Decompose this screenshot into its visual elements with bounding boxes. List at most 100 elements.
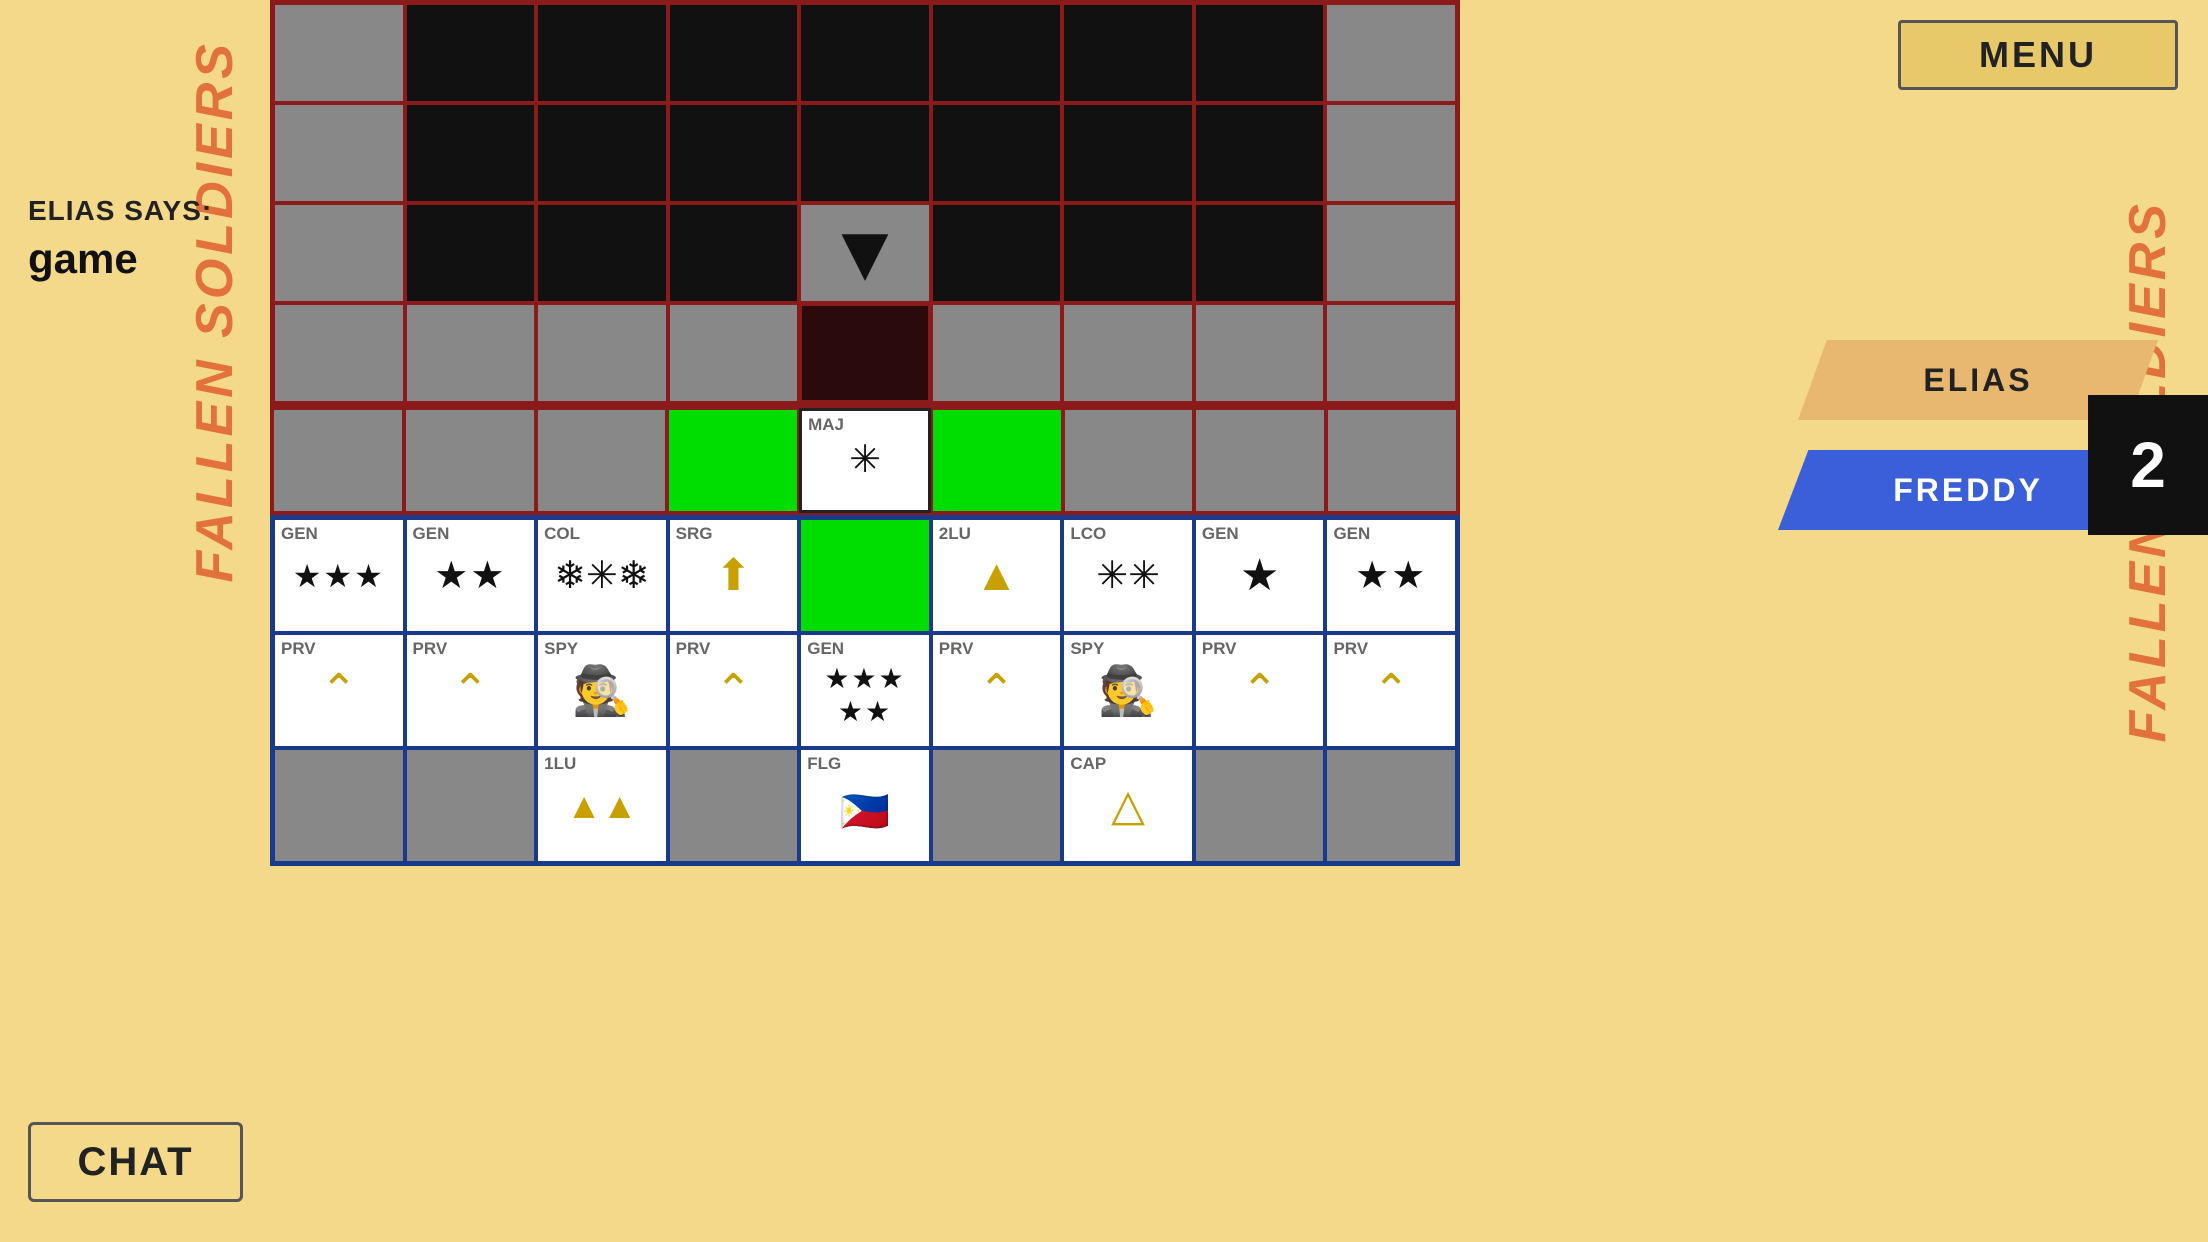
rank-label: PRV <box>281 639 316 659</box>
enemy-cell <box>668 3 800 103</box>
rank-label: CAP <box>1070 754 1106 774</box>
player-cell-empty <box>931 748 1063 863</box>
enemy-cell <box>273 203 405 303</box>
rank-label: PRV <box>939 639 974 659</box>
enemy-cell <box>1062 203 1194 303</box>
enemy-cell <box>405 303 537 403</box>
enemy-cell <box>668 203 800 303</box>
player-card-spy1[interactable]: SPY 🕵 <box>536 633 668 748</box>
enemy-cell <box>536 203 668 303</box>
fallen-soldiers-left-label: FALLEN SOLDIERS <box>185 40 245 582</box>
enemy-selected-cell[interactable] <box>799 303 931 403</box>
enemy-cell <box>273 103 405 203</box>
chat-button[interactable]: CHAT <box>28 1122 243 1202</box>
enemy-cell <box>799 103 931 203</box>
player-card-2lu[interactable]: 2LU ▲ <box>931 518 1063 633</box>
enemy-cell <box>799 3 931 103</box>
player-card-1lu[interactable]: 1LU ▲▲ <box>536 748 668 863</box>
player-cell-empty <box>273 748 405 863</box>
player-card-prv2[interactable]: PRV ⌃ <box>405 633 537 748</box>
rank-label: 2LU <box>939 524 971 544</box>
no-mans-land: MAJ ✳ <box>270 406 1460 515</box>
player-card-gen1[interactable]: GEN ★ <box>1194 518 1326 633</box>
player-card-prv6[interactable]: PRV ⌃ <box>1325 633 1457 748</box>
enemy-cell <box>1194 103 1326 203</box>
enemy-cell <box>405 103 537 203</box>
rank-label: SRG <box>676 524 713 544</box>
noman-cell <box>1194 408 1326 513</box>
rank-label: GEN <box>413 524 450 544</box>
right-panel: MENU ELIAS 2 FREDDY FALLEN SOLDIERS <box>1460 0 2208 1242</box>
player-card-gen2b[interactable]: GEN ★★ <box>1325 518 1457 633</box>
rank-label: FLG <box>807 754 841 774</box>
enemy-cell <box>1062 3 1194 103</box>
rank-label: PRV <box>676 639 711 659</box>
player-card-prv5[interactable]: PRV ⌃ <box>1194 633 1326 748</box>
enemy-cell <box>1325 103 1457 203</box>
score-number: 2 <box>2130 428 2166 502</box>
score-display: 2 <box>2088 395 2208 535</box>
enemy-cell <box>405 3 537 103</box>
arrow-down-icon: ▼ <box>825 213 904 293</box>
player-card-lco[interactable]: LCO ✳✳ <box>1062 518 1194 633</box>
noman-cell <box>1326 408 1458 513</box>
player-card-gen-multi[interactable]: GEN ★★★ ★★ <box>799 633 931 748</box>
enemy-cell <box>931 203 1063 303</box>
player-cell-empty <box>1325 748 1457 863</box>
rank-label: SPY <box>1070 639 1104 659</box>
player-card-cap[interactable]: CAP △ <box>1062 748 1194 863</box>
rank-label: SPY <box>544 639 578 659</box>
player-card-gen2[interactable]: GEN ★★ <box>405 518 537 633</box>
enemy-cell <box>668 103 800 203</box>
rank-label: PRV <box>413 639 448 659</box>
card-symbol: ✳ <box>849 440 881 482</box>
elias-says-container: ELIAS SAYS: game <box>28 195 212 283</box>
player-cell-empty <box>668 748 800 863</box>
menu-button[interactable]: MENU <box>1898 20 2178 90</box>
left-panel: FALLEN SOLDIERS ELIAS SAYS: game CHAT <box>0 0 270 1242</box>
enemy-cell <box>1325 303 1457 403</box>
player-green-cell[interactable] <box>799 518 931 633</box>
enemy-cell <box>1325 3 1457 103</box>
player-zone: GEN ★★★ GEN ★★ COL ❄✳❄ SRG ⬆ <box>270 515 1460 866</box>
noman-cell <box>1063 408 1195 513</box>
player-card-prv1[interactable]: PRV ⌃ <box>273 633 405 748</box>
enemy-cell <box>536 3 668 103</box>
player-card-prv3[interactable]: PRV ⌃ <box>668 633 800 748</box>
rank-label: GEN <box>1333 524 1370 544</box>
player-card-spy2[interactable]: SPY 🕵 <box>1062 633 1194 748</box>
player-card-col[interactable]: COL ❄✳❄ <box>536 518 668 633</box>
enemy-cell <box>1194 3 1326 103</box>
noman-green-cell[interactable] <box>667 408 799 513</box>
enemy-cell <box>1194 303 1326 403</box>
rank-label: PRV <box>1333 639 1368 659</box>
enemy-cell <box>405 203 537 303</box>
noman-card-maj[interactable]: MAJ ✳ <box>799 408 931 513</box>
noman-cell <box>536 408 668 513</box>
noman-cell <box>404 408 536 513</box>
elias-says-label: ELIAS SAYS: <box>28 195 212 227</box>
player-card-prv4[interactable]: PRV ⌃ <box>931 633 1063 748</box>
enemy-cell <box>1062 303 1194 403</box>
player-cell-empty <box>405 748 537 863</box>
player-card-srg[interactable]: SRG ⬆ <box>668 518 800 633</box>
enemy-zone: ▼ <box>270 0 1460 406</box>
player-card-gen3[interactable]: GEN ★★★ <box>273 518 405 633</box>
rank-label: LCO <box>1070 524 1106 544</box>
rank-label: PRV <box>1202 639 1237 659</box>
elias-says-text: game <box>28 235 212 283</box>
enemy-cell <box>931 103 1063 203</box>
enemy-cell <box>931 303 1063 403</box>
enemy-cell <box>536 103 668 203</box>
score-badge-container: ELIAS 2 FREDDY <box>1748 340 2208 540</box>
ph-flag-emoji: 🇵🇭 <box>840 788 890 835</box>
noman-green-cell[interactable] <box>931 408 1063 513</box>
card-stars: ★★★ <box>293 557 385 595</box>
enemy-cell <box>931 3 1063 103</box>
enemy-cell <box>273 303 405 403</box>
player-card-flg[interactable]: FLG 🇵🇭 <box>799 748 931 863</box>
rank-label: COL <box>544 524 580 544</box>
noman-cell <box>272 408 404 513</box>
elias-badge-label: ELIAS <box>1923 362 2032 399</box>
enemy-cell <box>1062 103 1194 203</box>
